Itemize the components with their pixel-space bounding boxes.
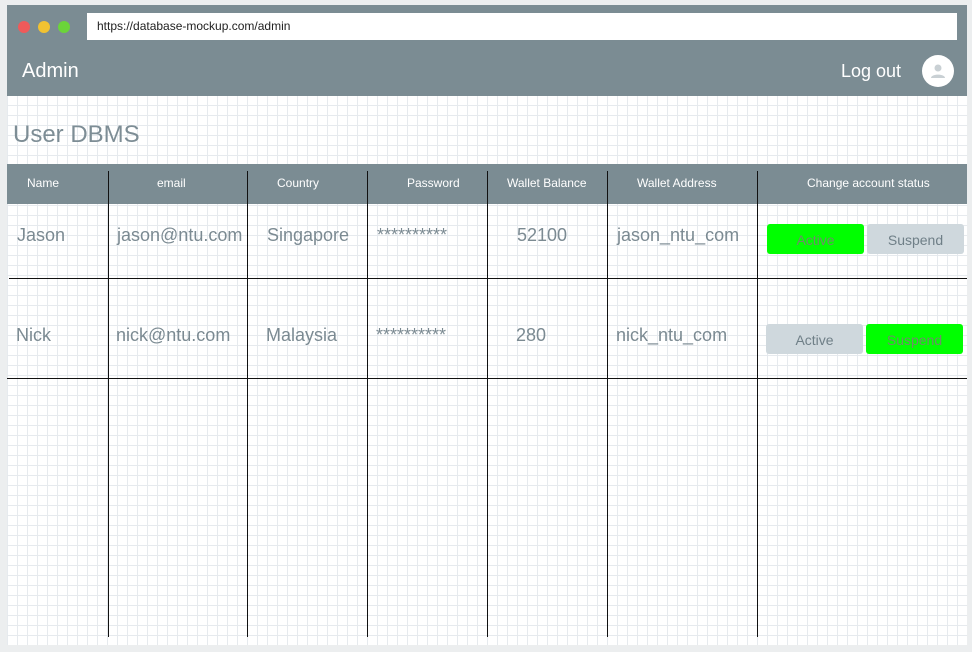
column-divider: [757, 171, 758, 637]
maximize-window-icon[interactable]: [58, 21, 70, 33]
cell-country: Singapore: [267, 225, 350, 245]
cell-wallet-balance: 52100: [517, 225, 568, 245]
row-divider: [9, 278, 967, 279]
column-divider: [108, 171, 109, 637]
cell-name: Jason: [17, 225, 66, 245]
cell-country: Malaysia: [266, 325, 338, 345]
cell-password: **********: [376, 325, 447, 345]
column-header-password[interactable]: Password: [407, 176, 460, 190]
logout-link[interactable]: Log out: [841, 61, 901, 82]
address-bar[interactable]: https://database-mockup.com/admin: [87, 13, 957, 40]
close-window-icon[interactable]: [18, 21, 30, 33]
active-button[interactable]: Active: [766, 324, 863, 354]
cell-wallet-address: jason_ntu_com: [617, 225, 740, 245]
cell-password: **********: [377, 225, 448, 245]
suspend-button[interactable]: Suspend: [867, 224, 964, 254]
cell-wallet-address: nick_ntu_com: [616, 325, 728, 345]
column-divider: [607, 171, 608, 637]
app-title: Admin: [22, 60, 79, 82]
column-divider: [487, 171, 488, 637]
column-header-email[interactable]: email: [157, 176, 186, 190]
column-header-change-status[interactable]: Change account status: [807, 176, 930, 190]
user-avatar-icon[interactable]: [922, 55, 954, 87]
column-divider: [367, 171, 368, 637]
cell-email: jason@ntu.com: [117, 225, 243, 245]
column-header-wallet-balance[interactable]: Wallet Balance: [507, 176, 587, 190]
column-header-wallet-address[interactable]: Wallet Address: [637, 176, 717, 190]
row-divider: [7, 378, 967, 379]
column-header-country[interactable]: Country: [277, 176, 319, 190]
column-header-name[interactable]: Name: [27, 176, 59, 190]
minimize-window-icon[interactable]: [38, 21, 50, 33]
browser-chrome: https://database-mockup.com/admin: [7, 5, 967, 47]
cell-name: Nick: [16, 325, 51, 345]
column-divider: [247, 171, 248, 637]
cell-email: nick@ntu.com: [116, 325, 231, 345]
cell-wallet-balance: 280: [516, 325, 547, 345]
page-title: User DBMS: [13, 121, 140, 148]
active-button[interactable]: Active: [767, 224, 864, 254]
browser-window: https://database-mockup.com/admin Admin …: [7, 5, 967, 645]
suspend-button[interactable]: Suspend: [866, 324, 963, 354]
app-header: Admin Log out: [7, 47, 967, 96]
